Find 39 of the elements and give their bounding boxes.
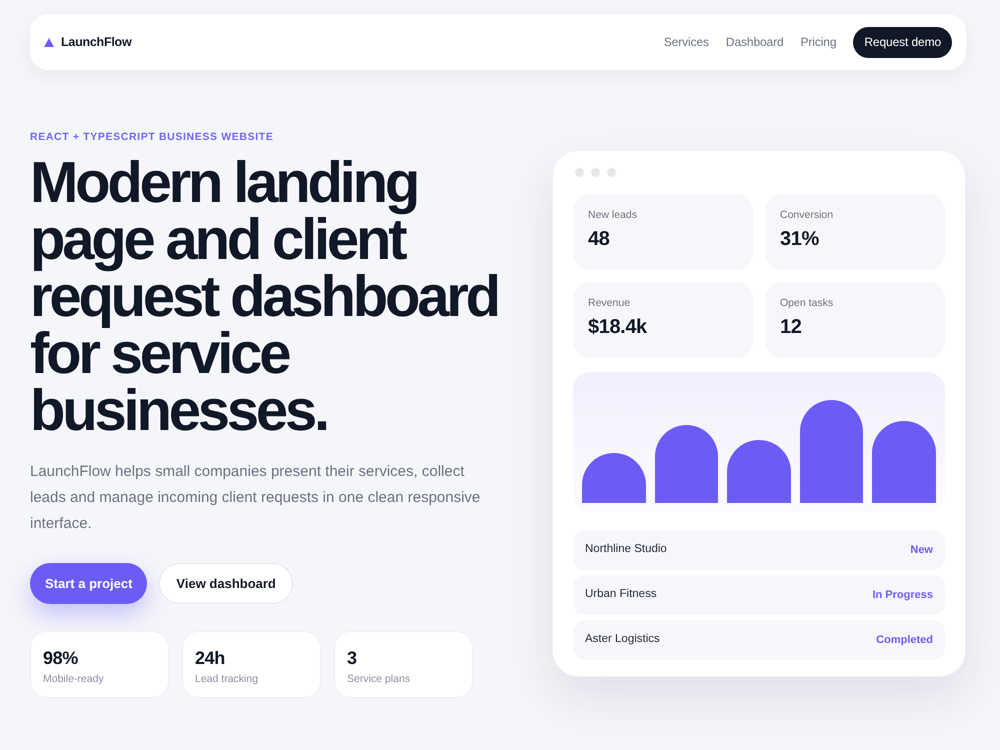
metric-label: Revenue (588, 296, 632, 310)
request-row[interactable]: Northline Studio New (573, 530, 945, 570)
client-name: Aster Logistics (585, 632, 660, 648)
metric-value: $18.4k (588, 315, 648, 339)
stat-value: 98% (43, 647, 79, 669)
request-row[interactable]: Urban Fitness In Progress (573, 575, 945, 615)
request-status: New (910, 542, 933, 558)
window-dot-icon (591, 168, 600, 177)
metric-value: 12 (780, 315, 802, 339)
stat-label: Service plans (347, 672, 412, 686)
primary-button[interactable]: Start a project (30, 563, 148, 604)
metric-label: Open tasks (780, 296, 834, 310)
metric-label: Conversion (780, 208, 834, 222)
request-demo-button[interactable]: Request demo (853, 26, 952, 58)
triangle-logo-icon (44, 38, 54, 46)
nav-link[interactable]: Services (664, 33, 709, 51)
client-name: Northline Studio (585, 542, 667, 558)
metric-value: 48 (588, 227, 610, 251)
stat-value: 24h (195, 647, 226, 669)
eyebrow-label: REACT + TYPESCRIPT BUSINESS WEBSITE (30, 130, 274, 145)
hero-description: LaunchFlow helps small companies present their services, collect leads and manage incoming client requests in one clean responsive interface. (30, 462, 482, 534)
metric-value: 31% (780, 227, 820, 251)
window-dot-icon (607, 168, 616, 177)
request-row[interactable]: Aster Logistics Completed (573, 620, 945, 660)
chart-bar (727, 440, 791, 503)
client-name: Urban Fitness (585, 587, 657, 602)
request-status: Completed (876, 632, 933, 648)
request-status: In Progress (872, 588, 933, 603)
secondary-button[interactable]: View dashboard (159, 563, 293, 604)
stat-value: 3 (347, 647, 358, 669)
stat-label: Lead tracking (195, 672, 260, 686)
nav-link[interactable]: Dashboard (726, 33, 784, 51)
chart-bar (582, 453, 646, 503)
stat-label: Mobile-ready (43, 672, 105, 686)
metric-label: New leads (588, 208, 638, 222)
brand-name[interactable]: LaunchFlow (61, 32, 132, 52)
nav-link[interactable]: Pricing (800, 33, 836, 51)
hero-headline: Modern landing page and client request dashboard for service businesses. (30, 154, 499, 439)
window-dot-icon (575, 168, 584, 177)
